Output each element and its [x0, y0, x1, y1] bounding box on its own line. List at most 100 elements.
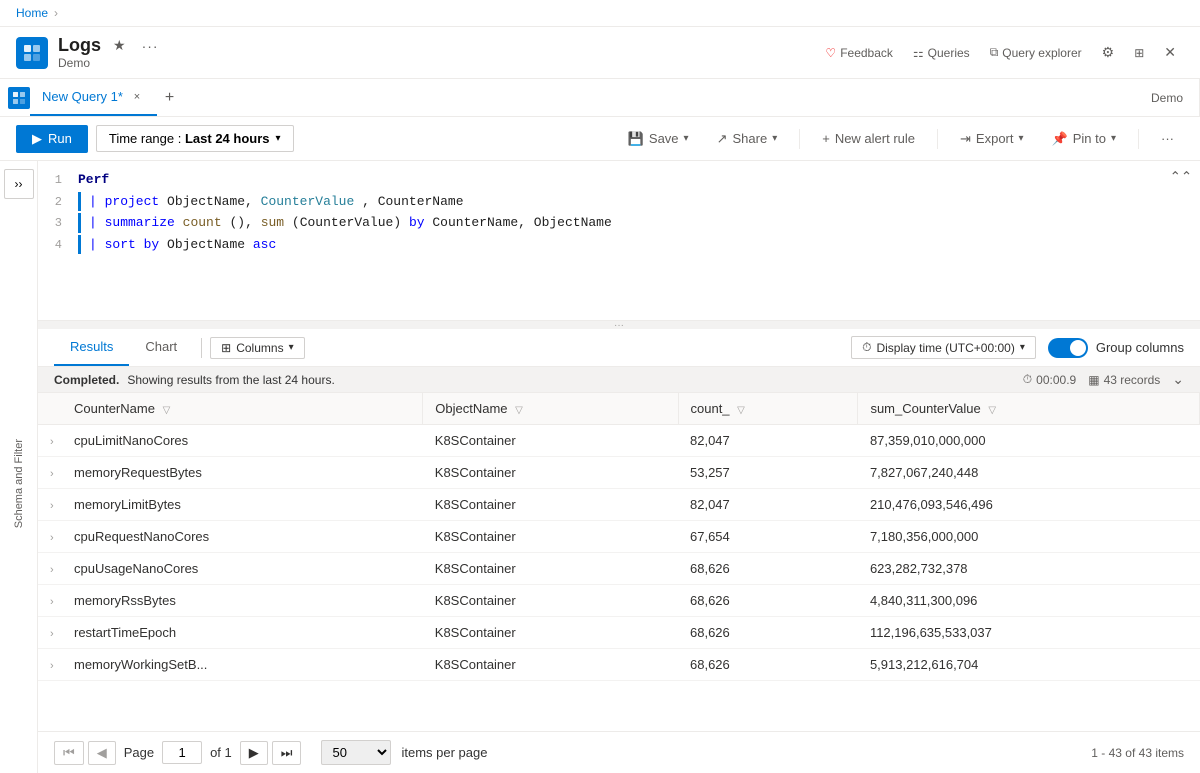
more-options-button[interactable]: ··· — [138, 36, 163, 56]
new-alert-button[interactable]: + New alert rule — [812, 126, 925, 151]
pagination: ⏮ ◀ Page of 1 ▶ ⏭ 50 100 200 items per p… — [38, 731, 1200, 773]
close-button[interactable]: ✕ — [1156, 40, 1184, 65]
expand-icon[interactable]: › — [50, 660, 54, 672]
gear-icon: ⚙ — [1102, 44, 1115, 61]
expand-icon[interactable]: › — [50, 628, 54, 640]
cell-sum: 112,196,635,533,037 — [858, 617, 1200, 649]
time-range-button[interactable]: Time range : Last 24 hours ▾ — [96, 125, 294, 152]
breadcrumb-separator: › — [54, 6, 58, 20]
queries-button[interactable]: ⚏ Queries — [905, 42, 978, 64]
add-tab-button[interactable]: + — [157, 85, 182, 111]
query-explorer-button[interactable]: ⧉ Query explorer — [982, 41, 1090, 64]
col-header-sum[interactable]: sum_CounterValue ▽ — [858, 393, 1200, 425]
per-page-select[interactable]: 50 100 200 — [321, 740, 391, 765]
cell-sum: 210,476,093,546,496 — [858, 489, 1200, 521]
last-page-button[interactable]: ⏭ — [272, 741, 302, 765]
expand-panel-button[interactable]: ›› — [4, 169, 34, 199]
layout-button[interactable]: ⊞ — [1126, 42, 1152, 64]
col-header-objectname[interactable]: ObjectName ▽ — [423, 393, 678, 425]
pin-to-button[interactable]: 📌 Pin to ▾ — [1042, 126, 1126, 152]
cell-count: 82,047 — [678, 489, 858, 521]
toolbar-divider2 — [937, 129, 938, 149]
editor-line-1: 1 Perf — [38, 169, 1200, 191]
editor-line-3: 3 | summarize count (), sum (CounterValu… — [38, 212, 1200, 234]
columns-button[interactable]: ⊞ Columns ▾ — [210, 337, 304, 359]
expand-icon[interactable]: › — [50, 500, 54, 512]
filter-icon-count[interactable]: ▽ — [737, 405, 745, 416]
display-time-button[interactable]: ⏱ Display time (UTC+00:00) ▾ — [851, 336, 1036, 359]
group-columns-toggle[interactable]: Group columns — [1048, 338, 1184, 358]
cell-count: 53,257 — [678, 457, 858, 489]
columns-icon: ⊞ — [221, 341, 231, 355]
cell-objectname: K8SContainer — [423, 457, 678, 489]
cell-objectname: K8SContainer — [423, 521, 678, 553]
page-number-input[interactable] — [162, 741, 202, 764]
tab-chart[interactable]: Chart — [129, 329, 193, 366]
run-button[interactable]: ▶ Run — [16, 125, 88, 153]
star-button[interactable]: ★ — [109, 35, 130, 56]
row-expand-cell[interactable]: › — [38, 521, 62, 553]
group-columns-label: Group columns — [1096, 340, 1184, 355]
pin-icon: 📌 — [1052, 131, 1068, 147]
editor-line-4: 4 | sort by ObjectName asc — [38, 234, 1200, 256]
editor-resize-handle[interactable]: ··· — [38, 321, 1200, 329]
more-toolbar-button[interactable]: ··· — [1151, 126, 1184, 151]
first-page-button[interactable]: ⏮ — [54, 741, 84, 765]
next-page-button[interactable]: ▶ — [240, 741, 268, 765]
schema-filter-panel: ›› Schema and Filter — [0, 161, 38, 773]
cell-countername: memoryWorkingSetB... — [62, 649, 423, 681]
filter-icon-countername[interactable]: ▽ — [163, 405, 171, 416]
share-button[interactable]: ↗ Share ▾ — [707, 126, 788, 152]
row-expand-cell[interactable]: › — [38, 617, 62, 649]
expand-col-header — [38, 393, 62, 425]
filter-icon-sum[interactable]: ▽ — [988, 405, 996, 416]
cell-sum: 7,180,356,000,000 — [858, 521, 1200, 553]
export-button[interactable]: ⇥ Export ▾ — [950, 126, 1034, 152]
breadcrumb: Home › — [0, 0, 1200, 27]
row-expand-cell[interactable]: › — [38, 425, 62, 457]
breadcrumb-home[interactable]: Home — [16, 6, 48, 20]
row-expand-cell[interactable]: › — [38, 585, 62, 617]
expand-icon[interactable]: › — [50, 436, 54, 448]
query-editor[interactable]: 1 Perf 2 | project ObjectName, CounterVa… — [38, 161, 1200, 321]
filter-icon-objectname[interactable]: ▽ — [515, 405, 523, 416]
col-header-count[interactable]: count_ ▽ — [678, 393, 858, 425]
cell-sum: 4,840,311,300,096 — [858, 585, 1200, 617]
prev-page-button[interactable]: ◀ — [88, 741, 116, 765]
col-header-countername[interactable]: CounterName ▽ — [62, 393, 423, 425]
main-content: ›› Schema and Filter 1 Perf 2 | project … — [0, 161, 1200, 773]
save-button[interactable]: 💾 Save ▾ — [618, 126, 699, 152]
row-expand-cell[interactable]: › — [38, 489, 62, 521]
tab-new-query[interactable]: New Query 1* × — [30, 79, 157, 116]
toolbar-divider — [799, 129, 800, 149]
layout-icon: ⊞ — [1134, 46, 1144, 60]
tab-close-button[interactable]: × — [129, 89, 145, 105]
expand-icon[interactable]: › — [50, 532, 54, 544]
table-row: › cpuRequestNanoCores K8SContainer 67,65… — [38, 521, 1200, 553]
collapse-editor-button[interactable]: ⌃⌃ — [1170, 169, 1192, 185]
page-of-label: of 1 — [210, 745, 232, 760]
toggle-switch[interactable] — [1048, 338, 1088, 358]
table-row: › cpuUsageNanoCores K8SContainer 68,626 … — [38, 553, 1200, 585]
feedback-button[interactable]: ♡ Feedback — [817, 42, 900, 64]
table-icon: ▦ — [1088, 373, 1099, 387]
expand-icon[interactable]: › — [50, 468, 54, 480]
row-expand-cell[interactable]: › — [38, 457, 62, 489]
timer-icon: ⏱ — [1023, 372, 1032, 387]
expand-icon[interactable]: › — [50, 564, 54, 576]
cell-count: 82,047 — [678, 425, 858, 457]
row-expand-cell[interactable]: › — [38, 553, 62, 585]
results-area: Results Chart ⊞ Columns ▾ ⏱ Display time… — [38, 329, 1200, 773]
heart-icon: ♡ — [825, 46, 836, 60]
expand-icon[interactable]: › — [50, 596, 54, 608]
status-bar: Completed. Showing results from the last… — [38, 367, 1200, 393]
cell-countername: cpuRequestNanoCores — [62, 521, 423, 553]
row-expand-cell[interactable]: › — [38, 649, 62, 681]
cell-objectname: K8SContainer — [423, 425, 678, 457]
expand-records-button[interactable]: ⌄ — [1172, 371, 1184, 388]
cell-countername: memoryRssBytes — [62, 585, 423, 617]
tab-results[interactable]: Results — [54, 329, 129, 366]
editor-line-2: 2 | project ObjectName, CounterValue , C… — [38, 191, 1200, 213]
settings-button[interactable]: ⚙ — [1094, 40, 1123, 65]
cell-sum: 7,827,067,240,448 — [858, 457, 1200, 489]
